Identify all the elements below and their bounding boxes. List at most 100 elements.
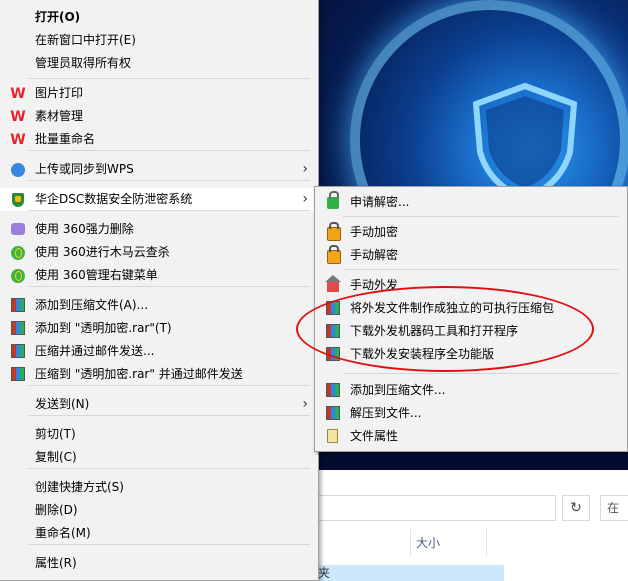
context-menu-item[interactable]: 重命名(M) <box>0 522 318 545</box>
menu-item-label: 压缩并通过邮件发送... <box>35 344 155 358</box>
unlock-request-icon <box>327 191 339 209</box>
submenu-item[interactable]: 下载外发机器码工具和打开程序 <box>315 320 627 343</box>
context-menu-item[interactable]: 压缩到 "透明加密.rar" 并通过邮件发送 <box>0 363 318 386</box>
menu-item-label: 手动解密 <box>350 248 399 262</box>
wps-icon: W <box>10 86 26 102</box>
context-menu-item[interactable]: 使用 360进行木马云查杀 <box>0 241 318 264</box>
chevron-right-icon: › <box>302 191 308 207</box>
shield-icon <box>12 193 24 207</box>
menu-item-label: 手动加密 <box>350 225 399 239</box>
context-menu: 打开(O) 在新窗口中打开(E) 管理员取得所有权 W 图片打印 W 素材管理 W 批量重命名上… <box>0 0 319 581</box>
menu-item-label: 压缩到 "透明加密.rar" 并通过邮件发送 <box>35 367 243 381</box>
context-menu-item[interactable]: W 素材管理 <box>0 105 318 128</box>
winrar-icon <box>11 321 25 335</box>
dsc-submenu: 申请解密... 手动加密手动解密手动外发将外发文件制作成独立的可执行压缩包 下载外发… <box>314 186 628 452</box>
360-delete-icon <box>11 223 25 235</box>
menu-item-label: 申请解密... <box>350 195 410 209</box>
context-menu-item[interactable]: 添加到 "透明加密.rar"(T) <box>0 317 318 340</box>
menu-item-label: 在新窗口中打开(E) <box>35 33 136 47</box>
submenu-item[interactable]: 解压到文件... <box>315 402 627 425</box>
winrar-icon <box>11 344 25 358</box>
menu-item-label: 创建快捷方式(S) <box>35 480 124 494</box>
menu-item-label: 使用 360进行木马云查杀 <box>35 245 170 259</box>
context-menu-item[interactable]: 添加到压缩文件(A)... <box>0 294 318 317</box>
submenu-item[interactable]: 手动外发 <box>315 274 627 297</box>
menu-item-label: 复制(C) <box>35 450 77 464</box>
menu-separator <box>28 415 310 416</box>
menu-item-label: 重命名(M) <box>35 526 91 540</box>
menu-item-label: 添加到压缩文件... <box>350 383 446 397</box>
menu-item-label: 剪切(T) <box>35 427 76 441</box>
menu-item-label: 手动外发 <box>350 278 399 292</box>
cloud-upload-icon <box>11 163 25 177</box>
submenu-item[interactable]: 文件属性 <box>315 425 627 448</box>
wps-icon: W <box>10 132 26 148</box>
unlock-icon <box>327 245 341 264</box>
menu-item-label: 使用 360管理右键菜单 <box>35 268 158 282</box>
column-separator <box>486 529 487 557</box>
menu-item-label: 下载外发安装程序全功能版 <box>350 347 495 361</box>
menu-item-label: 文件属性 <box>350 429 399 443</box>
winrar-icon <box>326 406 340 420</box>
context-menu-item[interactable]: 压缩并通过邮件发送... <box>0 340 318 363</box>
refresh-icon: ↻ <box>570 500 582 516</box>
context-menu-item[interactable]: 删除(D) <box>0 499 318 522</box>
winrar-icon <box>11 367 25 381</box>
menu-item-label: 添加到压缩文件(A)... <box>35 298 149 312</box>
context-menu-item[interactable]: 创建快捷方式(S) <box>0 476 318 499</box>
context-menu-item[interactable]: 发送到(N) › <box>0 393 318 416</box>
lock-icon <box>327 222 341 241</box>
winrar-icon <box>326 301 340 315</box>
menu-item-label: 添加到 "透明加密.rar"(T) <box>35 321 172 335</box>
refresh-button[interactable]: ↻ <box>562 495 590 521</box>
explorer-window: ↻ 在 大小 夹 <box>300 485 628 581</box>
submenu-item[interactable]: 下载外发安装程序全功能版 <box>315 343 627 366</box>
menu-item-label: 使用 360强力删除 <box>35 222 134 236</box>
document-icon <box>327 429 338 443</box>
menu-item-label: 下载外发机器码工具和打开程序 <box>350 324 519 338</box>
submenu-item[interactable]: 手动解密 <box>315 244 627 267</box>
file-row[interactable]: 夹 <box>300 565 504 581</box>
context-menu-item[interactable]: 管理员取得所有权 <box>0 52 318 75</box>
menu-separator <box>28 544 310 545</box>
menu-item-label: 素材管理 <box>35 109 84 123</box>
menu-separator <box>28 180 310 181</box>
context-menu-item[interactable]: 华企DSC数据安全防泄密系统 › <box>0 188 318 211</box>
menu-item-label: 删除(D) <box>35 503 78 517</box>
context-menu-item[interactable]: 上传或同步到WPS › <box>0 158 318 181</box>
submenu-item[interactable]: 添加到压缩文件... <box>315 379 627 402</box>
menu-item-label: 华企DSC数据安全防泄密系统 <box>35 192 193 206</box>
context-menu-item[interactable]: 打开(O) <box>0 6 318 29</box>
submenu-item[interactable]: 手动加密 <box>315 221 627 244</box>
context-menu-item[interactable]: 属性(R) <box>0 552 318 575</box>
house-icon <box>325 275 341 292</box>
menu-separator <box>28 468 310 469</box>
winrar-icon <box>326 347 340 361</box>
address-bar[interactable] <box>318 495 556 521</box>
menu-item-label: 解压到文件... <box>350 406 422 420</box>
submenu-item[interactable]: 将外发文件制作成独立的可执行压缩包 <box>315 297 627 320</box>
360-icon <box>11 246 25 260</box>
menu-item-label: 批量重命名 <box>35 132 96 146</box>
context-menu-item[interactable]: 剪切(T) <box>0 423 318 446</box>
context-menu-item[interactable]: 使用 360强力删除 <box>0 218 318 241</box>
wallpaper-shield-logo <box>472 82 578 202</box>
submenu-item[interactable]: 申请解密... <box>315 191 627 214</box>
chevron-right-icon: › <box>302 396 308 412</box>
menu-item-label: 管理员取得所有权 <box>35 56 132 70</box>
menu-item-label: 属性(R) <box>35 556 77 570</box>
menu-item-label: 图片打印 <box>35 86 84 100</box>
winrar-icon <box>326 324 340 338</box>
context-menu-item[interactable]: 复制(C) <box>0 446 318 469</box>
context-menu-item[interactable]: 使用 360管理右键菜单 <box>0 264 318 287</box>
search-input[interactable]: 在 <box>600 495 628 521</box>
menu-separator <box>28 150 310 151</box>
context-menu-item[interactable]: W 批量重命名 <box>0 128 318 151</box>
menu-item-label: 将外发文件制作成独立的可执行压缩包 <box>350 301 555 315</box>
context-menu-item[interactable]: W 图片打印 <box>0 82 318 105</box>
column-header-size[interactable]: 大小 <box>416 529 440 557</box>
context-menu-item[interactable]: 在新窗口中打开(E) <box>0 29 318 52</box>
menu-item-label: 上传或同步到WPS <box>35 162 134 176</box>
column-separator <box>410 529 411 557</box>
menu-item-label: 打开(O) <box>35 10 81 24</box>
